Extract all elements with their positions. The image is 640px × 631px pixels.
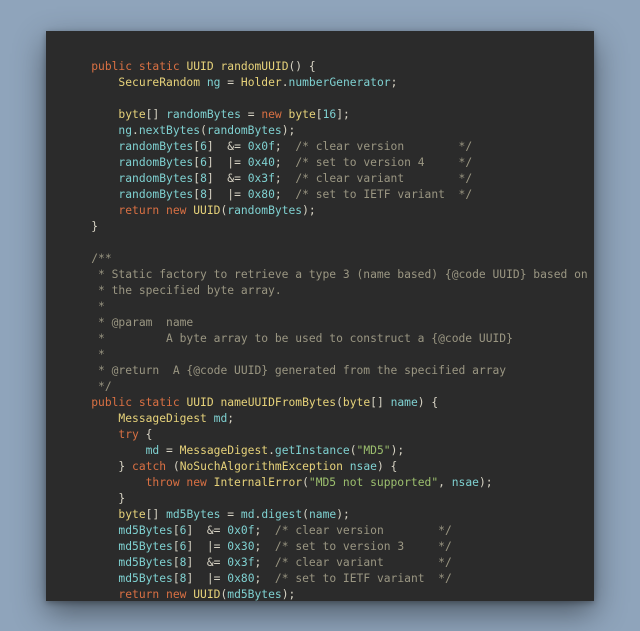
fn-randomUUID: randomUUID bbox=[220, 60, 288, 73]
kw-public: public static bbox=[91, 60, 179, 73]
code-block: public static UUID randomUUID() { Secure… bbox=[64, 59, 576, 601]
code-panel: public static UUID randomUUID() { Secure… bbox=[46, 31, 594, 601]
type-uuid: UUID bbox=[186, 60, 213, 73]
fn-nameUUIDFromBytes: nameUUIDFromBytes bbox=[220, 396, 336, 409]
javadoc: /** bbox=[91, 252, 111, 265]
